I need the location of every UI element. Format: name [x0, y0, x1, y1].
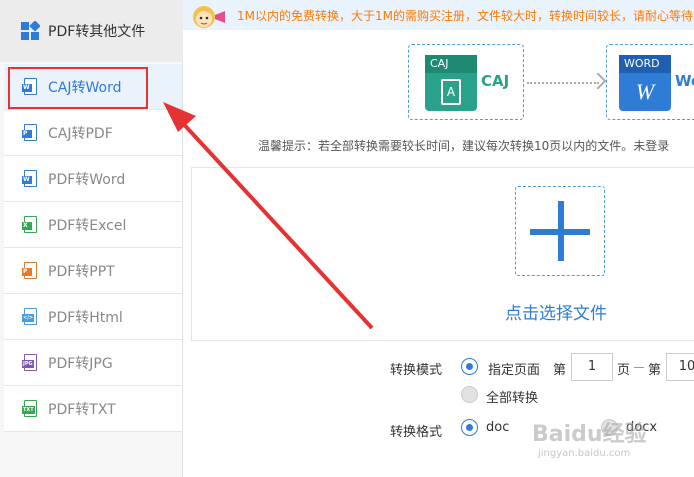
sidebar: PDF转其他文件 W CAJ转Word P CAJ转PDF W PDF转Word…: [0, 0, 183, 477]
apps-icon: [21, 21, 40, 40]
target-format-label: Wo: [675, 72, 694, 90]
all-pages-label: 全部转换: [486, 391, 539, 406]
sidebar-item-label: CAJ转PDF: [48, 125, 113, 142]
format-doc-radio[interactable]: [461, 419, 478, 436]
sidebar-item-pdf-to-html[interactable]: </> PDF转Html: [4, 294, 182, 340]
txt-file-icon: TXT: [22, 399, 38, 418]
sidebar-item-pdf-to-word[interactable]: W PDF转Word: [4, 156, 182, 202]
mascot-icon: [193, 6, 225, 28]
word-file-icon: W: [22, 169, 38, 188]
sidebar-item-pdf-to-txt[interactable]: TXT PDF转TXT: [4, 386, 182, 432]
notice-text: 1M以内的免费转换，大于1M的需购买注册，文件较大时，转换时间较长，请耐心等待: [237, 9, 693, 23]
source-format-box: CAJ A CAJ: [408, 44, 524, 120]
sidebar-item-label: PDF转JPG: [48, 355, 113, 372]
page-prefix: 第: [553, 363, 567, 378]
page-to-input[interactable]: 10: [666, 353, 694, 381]
sidebar-item-label: CAJ转Word: [48, 79, 122, 96]
baidu-watermark-url: jingyan.baidu.com: [538, 448, 631, 459]
choose-file-link[interactable]: 点击选择文件: [505, 299, 607, 324]
upload-panel[interactable]: [191, 167, 694, 341]
jpg-file-icon: JPG: [22, 353, 38, 372]
baidu-watermark: Baidu经验: [532, 422, 647, 447]
specified-pages-radio[interactable]: [461, 358, 478, 375]
notice-bar: 1M以内的免费转换，大于1M的需购买注册，文件较大时，转换时间较长，请耐心等待: [183, 0, 694, 30]
sidebar-item-label: PDF转Excel: [48, 217, 127, 234]
page-prefix-2: 第: [648, 363, 662, 378]
format-label: 转换格式: [390, 425, 443, 440]
excel-file-icon: X: [22, 215, 38, 234]
flow-arrow-icon: [589, 72, 607, 90]
source-format-label: CAJ: [481, 72, 510, 90]
sidebar-item-label: PDF转Word: [48, 171, 126, 188]
word-document-icon: WORD W: [619, 55, 671, 111]
sidebar-item-pdf-to-excel[interactable]: X PDF转Excel: [4, 202, 182, 248]
sidebar-item-caj-to-pdf[interactable]: P CAJ转PDF: [4, 110, 182, 156]
sidebar-header-title: PDF转其他文件: [48, 24, 146, 40]
range-dash: [634, 367, 644, 368]
all-pages-radio[interactable]: [461, 386, 478, 403]
sidebar-item-label: PDF转TXT: [48, 401, 116, 418]
mode-label: 转换模式: [390, 363, 443, 378]
sidebar-item-pdf-to-ppt[interactable]: P PDF转PPT: [4, 248, 182, 294]
add-file-button[interactable]: [515, 186, 605, 276]
sidebar-header[interactable]: PDF转其他文件: [0, 0, 183, 62]
target-format-box: WORD W Wo: [606, 44, 694, 120]
specified-pages-label: 指定页面: [488, 363, 541, 378]
page-suffix: 页: [617, 363, 631, 378]
sidebar-item-label: PDF转PPT: [48, 263, 115, 280]
tip-text: 温馨提示：若全部转换需要较长时间，建议每次转换10页以内的文件。未登录: [258, 139, 670, 153]
page-from-input[interactable]: 1: [571, 353, 613, 381]
sidebar-item-caj-to-word[interactable]: W CAJ转Word: [4, 64, 182, 110]
sidebar-item-pdf-to-jpg[interactable]: JPG PDF转JPG: [4, 340, 182, 386]
flow-dotted-line: [527, 82, 599, 84]
ppt-file-icon: P: [22, 261, 38, 280]
caj-document-icon: CAJ A: [425, 55, 477, 111]
app-window: PDF转其他文件 W CAJ转Word P CAJ转PDF W PDF转Word…: [0, 0, 694, 477]
html-file-icon: </>: [22, 307, 38, 326]
format-doc-label: doc: [486, 420, 510, 435]
sidebar-item-label: PDF转Html: [48, 309, 123, 326]
caj-pdf-file-icon: P: [22, 123, 38, 142]
caj-word-file-icon: W: [22, 77, 38, 96]
